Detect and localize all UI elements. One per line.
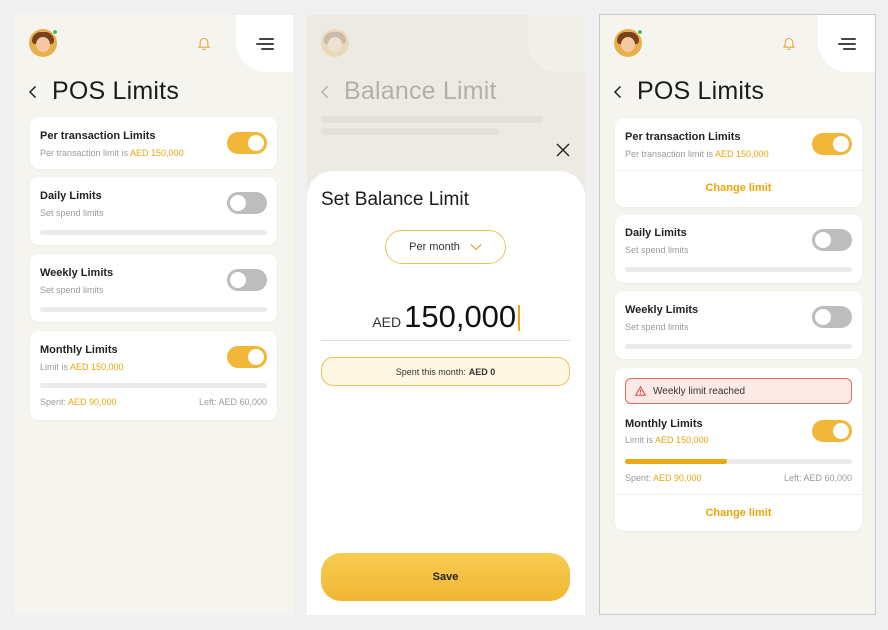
weekly-limit-alert: Weekly limit reached: [625, 378, 852, 404]
monthly-toggle[interactable]: [812, 420, 852, 442]
pos-limits-expanded-screen: POS Limits Per transaction Limits Per tr…: [599, 14, 876, 615]
pos-limits-screen: POS Limits Per transaction Limits Per tr…: [15, 15, 293, 615]
warning-icon: [635, 386, 646, 396]
set-balance-limit-screen: Balance Limit Set Balance Limit Per mont…: [307, 15, 585, 615]
monthly-limit-card: Weekly limit reached Monthly Limits Limi…: [615, 368, 862, 531]
left-amount: Left: AED 60,000: [783, 473, 852, 483]
card-title: Weekly Limits: [40, 267, 114, 279]
card-title: Daily Limits: [40, 190, 102, 202]
page-title: POS Limits: [637, 77, 765, 105]
monthly-progress-track: [625, 459, 852, 464]
spent-amount: Spent: AED 90,000: [625, 473, 702, 483]
period-dropdown[interactable]: Per month: [385, 230, 506, 264]
monthly-progress-fill: [625, 459, 728, 464]
card-title: Weekly Limits: [625, 304, 699, 316]
dimmed-background: Balance Limit: [307, 15, 585, 175]
spent-amount: Spent: AED 90,000: [40, 397, 117, 407]
daily-progress-track: [625, 267, 852, 272]
menu-corner: [528, 15, 585, 72]
online-status-dot: [52, 29, 58, 35]
daily-limit-card: Daily Limits Set spend limits: [30, 177, 277, 245]
monthly-toggle[interactable]: [227, 346, 267, 368]
spent-value: AED 0: [468, 366, 496, 377]
weekly-limit-card: Weekly Limits Set spend limits: [615, 291, 862, 359]
background-page-title: Balance Limit: [344, 77, 497, 105]
weekly-toggle[interactable]: [812, 306, 852, 328]
currency-label: AED: [372, 314, 402, 330]
bell-icon[interactable]: [782, 37, 796, 51]
monthly-progress-track: [40, 383, 267, 388]
per-transaction-limit-card: Per transaction Limits Per transaction l…: [30, 117, 277, 169]
balance-limit-sheet: Set Balance Limit Per month AED150,000 S…: [307, 171, 585, 615]
weekly-progress-track: [625, 344, 852, 349]
card-subtitle: Set spend limits: [40, 285, 104, 295]
card-title: Monthly Limits: [625, 418, 703, 430]
spent-this-month-pill: Spent this month: AED 0: [321, 357, 570, 386]
amount-underline: [321, 340, 570, 341]
close-icon[interactable]: [556, 143, 570, 157]
page-header: POS Limits: [613, 77, 764, 106]
daily-limit-card: Daily Limits Set spend limits: [615, 215, 862, 283]
card-title: Per transaction Limits: [625, 131, 741, 143]
change-limit-link[interactable]: Change limit: [615, 182, 862, 194]
per-transaction-toggle[interactable]: [227, 132, 267, 154]
card-title: Monthly Limits: [40, 344, 118, 356]
card-subtitle: Set spend limits: [625, 245, 689, 255]
daily-progress-track: [40, 230, 267, 235]
change-limit-link[interactable]: Change limit: [615, 507, 862, 519]
save-button[interactable]: Save: [321, 553, 570, 601]
card-subtitle: Per transaction limit is AED 150,000: [625, 149, 769, 159]
spent-label: Spent this month:: [395, 366, 466, 377]
card-title: Per transaction Limits: [40, 130, 156, 142]
placeholder-line: [321, 128, 499, 135]
weekly-progress-track: [40, 307, 267, 312]
menu-icon[interactable]: [838, 38, 856, 50]
per-transaction-limit-card: Per transaction Limits Per transaction l…: [615, 118, 862, 207]
page-title: POS Limits: [52, 77, 180, 105]
card-subtitle: Per transaction limit is AED 150,000: [40, 148, 184, 158]
weekly-toggle[interactable]: [227, 269, 267, 291]
page-header: POS Limits: [28, 77, 179, 106]
text-caret: [518, 305, 520, 331]
card-subtitle: Limit is AED 150,000: [40, 362, 124, 372]
monthly-limit-card: Monthly Limits Limit is AED 150,000 Spen…: [30, 331, 277, 420]
alert-text: Weekly limit reached: [653, 385, 746, 397]
placeholder-line: [321, 116, 543, 123]
page-header: Balance Limit: [320, 77, 497, 106]
menu-icon[interactable]: [256, 38, 274, 50]
card-subtitle: Set spend limits: [625, 322, 689, 332]
card-subtitle: Set spend limits: [40, 208, 104, 218]
online-status-dot: [637, 29, 643, 35]
amount-value: 150,000: [404, 299, 517, 334]
left-amount: Left: AED 60,000: [198, 397, 267, 407]
chevron-down-icon: [470, 244, 482, 251]
divider: [615, 494, 862, 495]
divider: [615, 170, 862, 171]
amount-input[interactable]: AED150,000: [307, 299, 585, 335]
bell-icon[interactable]: [197, 37, 211, 51]
back-arrow-icon[interactable]: [613, 85, 623, 99]
sheet-title: Set Balance Limit: [321, 189, 469, 210]
card-title: Daily Limits: [625, 227, 687, 239]
weekly-limit-card: Weekly Limits Set spend limits: [30, 254, 277, 322]
avatar: [321, 29, 349, 57]
period-label: Per month: [409, 241, 460, 253]
card-subtitle: Limit is AED 150,000: [625, 435, 709, 445]
daily-toggle[interactable]: [812, 229, 852, 251]
back-arrow-icon[interactable]: [28, 85, 38, 99]
back-arrow-icon: [320, 85, 329, 98]
per-transaction-toggle[interactable]: [812, 133, 852, 155]
daily-toggle[interactable]: [227, 192, 267, 214]
